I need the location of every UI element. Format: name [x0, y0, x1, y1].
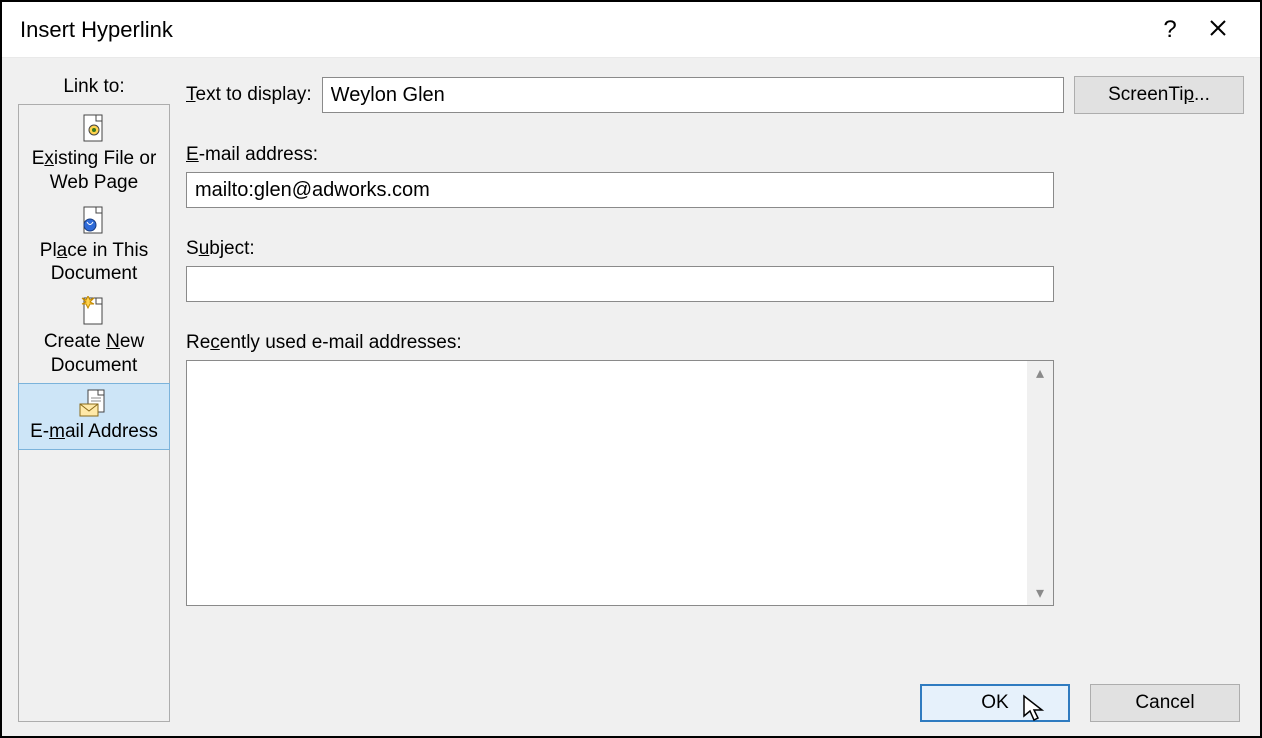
- dialog-title: Insert Hyperlink: [20, 17, 173, 43]
- link-to-create-new[interactable]: Create New Document: [19, 292, 169, 384]
- email-address-input[interactable]: [186, 172, 1054, 208]
- email-address-label: E-mail address:: [186, 144, 1244, 166]
- link-to-existing-file[interactable]: Existing File or Web Page: [19, 109, 169, 201]
- link-to-place-in-doc[interactable]: Place in This Document: [19, 201, 169, 293]
- dialog-footer: OK Cancel: [186, 684, 1244, 722]
- link-to-item-label: Create New Document: [25, 330, 163, 378]
- insert-hyperlink-dialog: Insert Hyperlink ? Link to:: [0, 0, 1262, 738]
- recently-used-list[interactable]: ▴ ▾: [186, 360, 1054, 606]
- ok-button-label: OK: [981, 692, 1008, 713]
- link-to-email-address[interactable]: E-mail Address: [18, 383, 170, 451]
- scroll-up-icon[interactable]: ▴: [1036, 363, 1044, 383]
- cancel-button[interactable]: Cancel: [1090, 684, 1240, 722]
- recently-used-label: Recently used e-mail addresses:: [186, 332, 1244, 354]
- ok-button[interactable]: OK: [920, 684, 1070, 722]
- link-to-item-label: Place in This Document: [25, 239, 163, 287]
- place-in-doc-icon: [25, 205, 163, 237]
- existing-file-icon: [25, 113, 163, 145]
- subject-input[interactable]: [186, 266, 1054, 302]
- create-new-icon: [25, 296, 163, 328]
- link-to-list: Existing File or Web Page Place in This …: [18, 104, 170, 722]
- email-address-icon: [25, 388, 163, 418]
- text-to-display-label: Text to display:: [186, 84, 312, 106]
- link-to-item-label: E-mail Address: [25, 420, 163, 444]
- help-button[interactable]: ?: [1146, 16, 1194, 44]
- link-to-label: Link to:: [18, 76, 170, 98]
- link-to-item-label: Existing File or Web Page: [25, 147, 163, 195]
- link-to-sidebar: Link to: Existing File or Web Page: [18, 76, 170, 722]
- subject-label: Subject:: [186, 238, 1244, 260]
- text-to-display-input[interactable]: [322, 77, 1064, 113]
- titlebar: Insert Hyperlink ?: [2, 2, 1260, 58]
- cursor-icon: [1022, 694, 1046, 724]
- close-button[interactable]: [1194, 17, 1242, 43]
- screentip-button[interactable]: ScreenTip...: [1074, 76, 1244, 114]
- recent-scrollbar[interactable]: ▴ ▾: [1027, 361, 1053, 605]
- scroll-down-icon[interactable]: ▾: [1036, 583, 1044, 603]
